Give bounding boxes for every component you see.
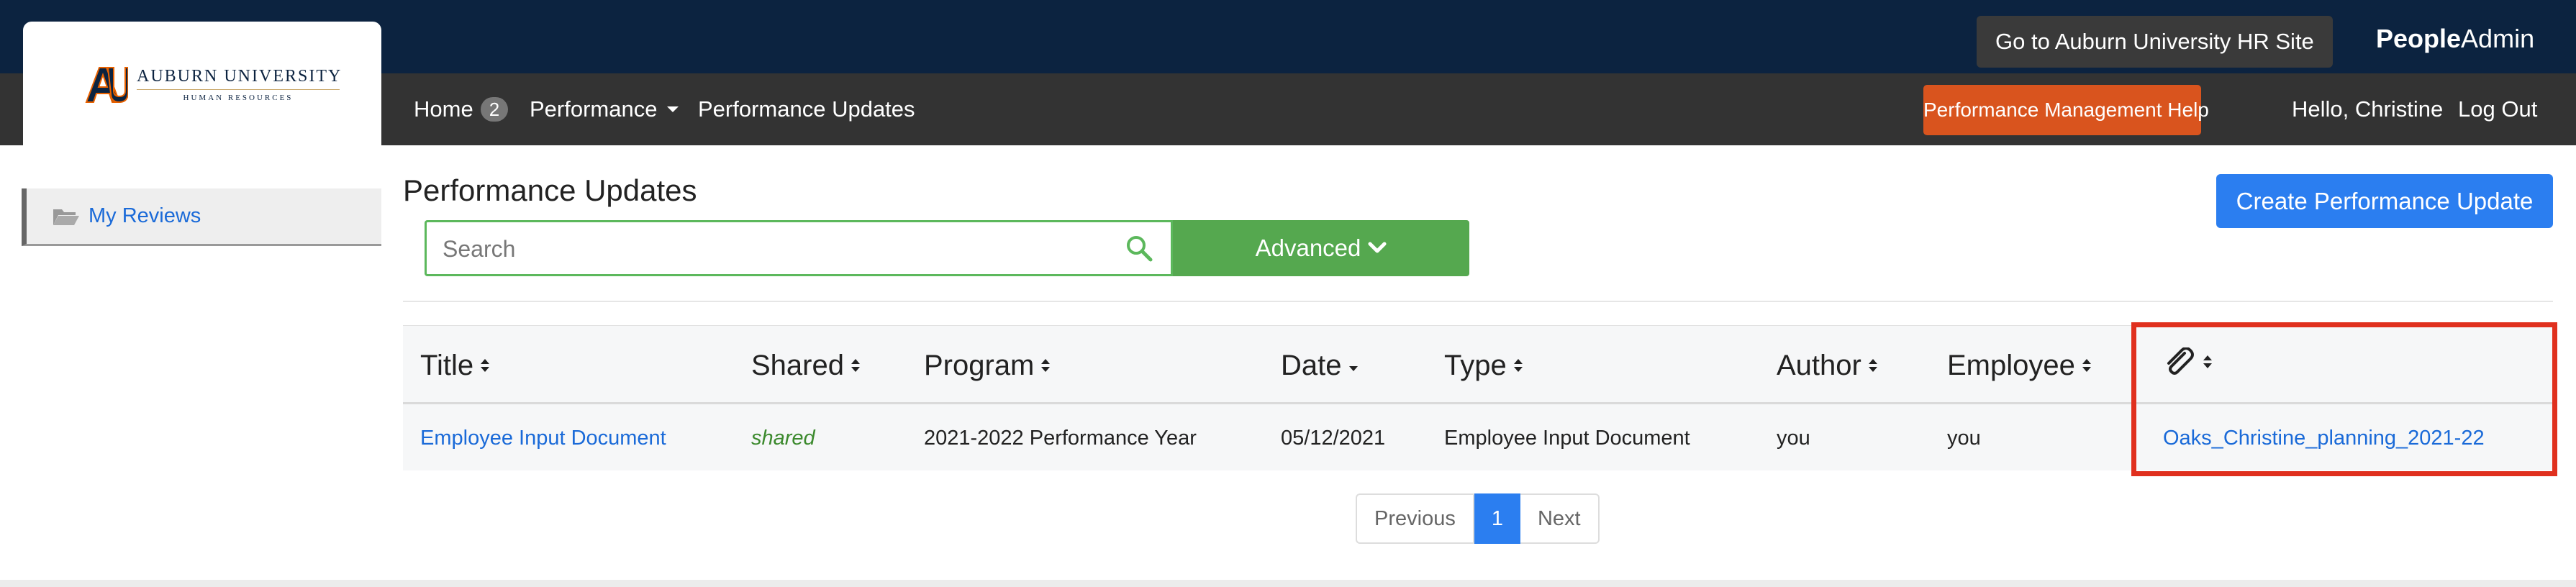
nav-performance-dropdown[interactable]: Performance <box>530 95 679 124</box>
logo-title: AUBURN UNIVERSITY <box>137 67 343 86</box>
row-program: 2021-2022 Performance Year <box>924 427 1197 450</box>
sort-icon <box>851 359 860 372</box>
hr-site-button[interactable]: Go to Auburn University HR Site <box>1977 16 2333 68</box>
logout-link[interactable]: Log Out <box>2458 95 2537 124</box>
caret-down-icon <box>667 106 679 112</box>
column-author-label: Author <box>1777 350 1861 381</box>
row-date: 05/12/2021 <box>1281 427 1386 450</box>
nav-performance-label: Performance <box>530 96 658 122</box>
column-header-title[interactable]: Title <box>420 347 491 383</box>
logo-subtitle: HUMAN RESOURCES <box>183 94 294 102</box>
column-date-label: Date <box>1281 350 1342 381</box>
nav-home-label: Home <box>414 96 473 122</box>
advanced-search-button[interactable]: Advanced <box>1173 220 1469 276</box>
nav-home[interactable]: Home 2 <box>414 95 509 124</box>
column-header-shared[interactable]: Shared <box>751 347 861 383</box>
logo-text: AUBURN UNIVERSITY HUMAN RESOURCES <box>137 66 345 103</box>
create-performance-update-button[interactable]: Create Performance Update <box>2216 174 2553 228</box>
column-header-program[interactable]: Program <box>924 347 1051 383</box>
column-header-date[interactable]: Date <box>1281 347 1359 383</box>
column-type-label: Type <box>1444 350 1507 381</box>
column-shared-label: Shared <box>751 350 844 381</box>
row-author: you <box>1777 427 1810 450</box>
sort-icon <box>1513 359 1523 372</box>
column-employee-label: Employee <box>1947 350 2075 381</box>
top-bar: Go to Auburn University HR Site PeopleAd… <box>0 0 2576 73</box>
sort-desc-icon <box>1348 366 1358 371</box>
nav-performance-updates[interactable]: Performance Updates <box>698 95 915 124</box>
pagination: Previous 1 Next <box>1356 493 1600 544</box>
user-greeting: Hello, Christine <box>2292 96 2444 122</box>
pagination-page-1[interactable]: 1 <box>1474 493 1520 544</box>
footer-divider <box>0 580 2576 587</box>
pagination-previous[interactable]: Previous <box>1356 493 1474 544</box>
column-header-employee[interactable]: Employee <box>1947 347 2092 383</box>
performance-help-button[interactable]: Performance Management Help <box>1923 85 2209 135</box>
page-title: Performance Updates <box>403 173 697 207</box>
search-icon[interactable] <box>1125 234 1153 263</box>
sidebar-item-label: My Reviews <box>89 204 201 227</box>
nav-bar: Home 2 Performance Performance Updates P… <box>0 73 2576 145</box>
advanced-label: Advanced <box>1255 235 1361 261</box>
pagination-next[interactable]: Next <box>1520 493 1600 544</box>
folder-open-icon <box>53 209 79 225</box>
search-input[interactable] <box>443 231 1090 267</box>
row-employee: you <box>1947 427 1981 450</box>
home-count-badge: 2 <box>480 97 509 122</box>
column-header-type[interactable]: Type <box>1444 347 1524 383</box>
search-box <box>425 220 1173 276</box>
chevron-down-icon <box>1368 242 1387 253</box>
sidebar-item-my-reviews[interactable]: My Reviews <box>22 188 381 246</box>
auburn-au-logo-icon <box>85 67 128 104</box>
content-divider <box>403 301 2553 302</box>
peopleadmin-logo: PeopleAdmin <box>2376 22 2534 56</box>
logo-divider <box>137 89 340 90</box>
sort-icon <box>1041 359 1051 372</box>
sort-icon <box>1868 359 1877 372</box>
row-type: Employee Input Document <box>1444 427 1690 450</box>
column-program-label: Program <box>924 350 1035 381</box>
logo-card[interactable]: AUBURN UNIVERSITY HUMAN RESOURCES <box>23 22 381 145</box>
row-title-link[interactable]: Employee Input Document <box>420 424 666 452</box>
brand-bold: People <box>2376 24 2462 53</box>
sort-icon <box>481 359 490 372</box>
attachment-column-highlight <box>2131 322 2557 476</box>
brand-regular: Admin <box>2461 24 2535 53</box>
column-header-author[interactable]: Author <box>1777 347 1879 383</box>
row-shared-status: shared <box>751 427 815 450</box>
column-title-label: Title <box>420 350 474 381</box>
sort-icon <box>2082 359 2091 372</box>
